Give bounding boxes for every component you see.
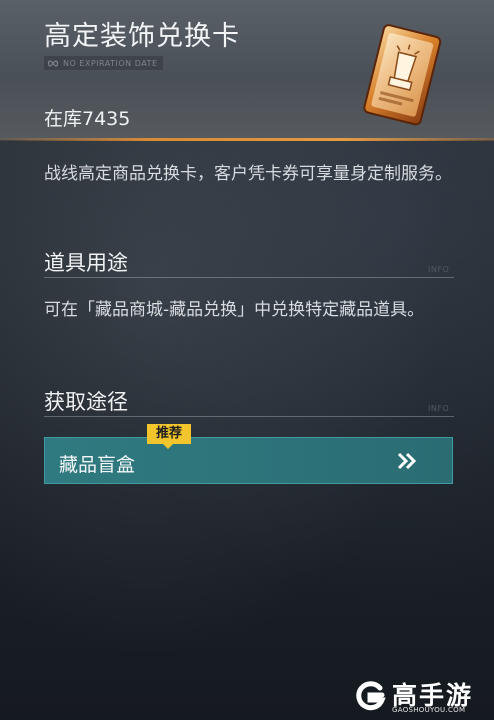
usage-text: 可在「藏品商城-藏品兑换」中兑换特定藏品道具。 xyxy=(44,300,425,320)
watermark: 高手游 GAOSHOUYOU.COM xyxy=(352,676,490,718)
gaoshouyou-logo-icon xyxy=(356,681,386,711)
usage-heading: 道具用途 xyxy=(44,251,128,275)
source-blind-box-button[interactable]: 藏品盲盒 xyxy=(44,437,453,484)
stock-count: 在库7435 xyxy=(44,108,131,130)
source-divider xyxy=(44,416,454,417)
item-title: 高定装饰兑换卡 xyxy=(44,21,240,52)
double-chevron-right-icon xyxy=(397,452,417,470)
watermark-url: GAOSHOUYOU.COM xyxy=(392,706,466,714)
usage-info-tag: INFO xyxy=(428,265,450,274)
source-item-label: 藏品盲盒 xyxy=(59,454,136,476)
expiration-label: NO EXPIRATION DATE xyxy=(63,58,158,68)
source-heading: 获取途径 xyxy=(44,390,128,414)
recommended-badge: 推荐 xyxy=(147,424,192,449)
source-info-tag: INFO xyxy=(428,404,450,413)
header-divider xyxy=(0,138,494,141)
usage-divider xyxy=(44,277,454,278)
gold-exchange-card-icon xyxy=(363,24,442,126)
expiration-badge: NO EXPIRATION DATE xyxy=(44,56,163,70)
item-description: 战线高定商品兑换卡，客户凭卡券可享量身定制服务。 xyxy=(44,164,452,184)
infinity-icon xyxy=(47,59,59,67)
